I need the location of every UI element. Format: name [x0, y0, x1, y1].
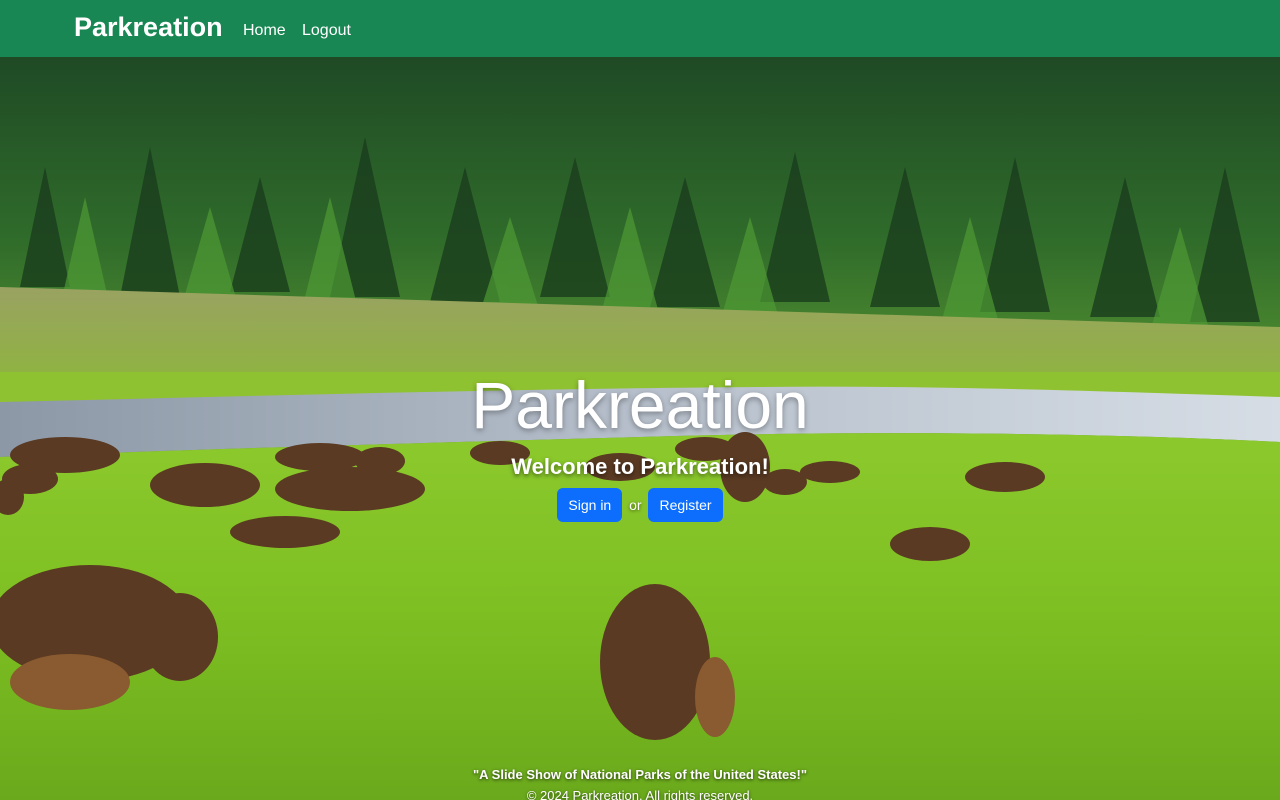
nav-home-link[interactable]: Home: [243, 22, 286, 40]
or-separator: or: [629, 497, 642, 513]
footer-quote: "A Slide Show of National Parks of the U…: [472, 767, 807, 782]
hero-subtitle: Welcome to Parkreation!: [511, 454, 769, 479]
footer-copyright: © 2024 Parkreation. All rights reserved.: [526, 788, 754, 800]
register-button[interactable]: Register: [648, 488, 723, 522]
brand-link[interactable]: Parkreation: [74, 12, 223, 43]
sign-in-button[interactable]: Sign in: [557, 488, 623, 522]
navbar: Parkreation Home Logout: [0, 0, 1280, 57]
auth-actions: Sign in or Register: [0, 488, 1280, 522]
hero-title: Parkreation: [471, 368, 809, 442]
nav-logout-link[interactable]: Logout: [302, 22, 351, 40]
hero-section: Parkreation Welcome to Parkreation! Sign…: [0, 57, 1280, 800]
